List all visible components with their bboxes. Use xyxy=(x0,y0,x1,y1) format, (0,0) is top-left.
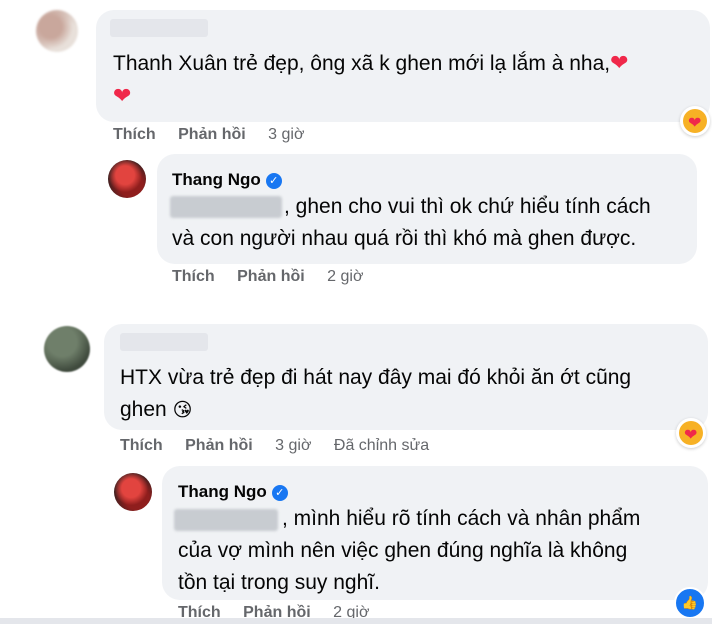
reply-text: , mình hiểu rõ tính cách và nhân phẩm củ… xyxy=(178,503,698,599)
reply-text-line3: tồn tại trong suy nghĩ. xyxy=(178,571,380,594)
timestamp[interactable]: 3 giờ xyxy=(275,437,311,454)
comment-actions: Thích Phản hồi 3 giờ xyxy=(113,126,322,144)
reply-button[interactable]: Phản hồi xyxy=(237,268,305,285)
comment-text-line2: ghen xyxy=(120,398,167,421)
like-button[interactable]: Thích xyxy=(120,437,163,454)
comment-actions: Thích Phản hồi 3 giờ Đã chỉnh sửa xyxy=(120,437,447,455)
reply-text: , ghen cho vui thì ok chứ hiểu tính cách… xyxy=(172,191,692,255)
like-button[interactable]: Thích xyxy=(113,126,156,143)
comment-text: HTX vừa trẻ đẹp đi hát nay đây mai đó kh… xyxy=(120,362,705,427)
care-reaction-icon[interactable] xyxy=(676,418,706,448)
reply-text-line2: và con người nhau quá rồi thì khó mà ghe… xyxy=(172,227,637,250)
commenter-avatar[interactable] xyxy=(36,10,78,52)
reply-text-line1: , mình hiểu rõ tính cách và nhân phẩm xyxy=(282,507,641,530)
timestamp[interactable]: 2 giờ xyxy=(327,268,363,285)
verified-badge-icon: ✓ xyxy=(265,173,282,189)
heart-emoji-icon: ❤ xyxy=(610,50,629,75)
edited-label[interactable]: Đã chỉnh sửa xyxy=(334,437,429,454)
bottom-divider xyxy=(0,618,712,624)
comment-text-main: Thanh Xuân trẻ đẹp, ông xã k ghen mới lạ… xyxy=(113,52,611,75)
commenter-name-redacted[interactable] xyxy=(120,333,208,351)
like-reaction-icon[interactable]: 👍 xyxy=(674,587,706,619)
reply-text-line1: , ghen cho vui thì ok chứ hiểu tính cách xyxy=(284,195,651,218)
care-reaction-icon[interactable] xyxy=(680,106,710,136)
reply-button[interactable]: Phản hồi xyxy=(185,437,253,454)
verified-badge-icon: ✓ xyxy=(271,485,288,501)
like-button[interactable]: Thích xyxy=(172,268,215,285)
reply-actions: Thích Phản hồi 2 giờ xyxy=(172,268,381,286)
reply-button[interactable]: Phản hồi xyxy=(178,126,246,143)
reply-avatar[interactable] xyxy=(114,473,152,511)
reply-text-line2: của vợ mình nên việc ghen đúng nghĩa là … xyxy=(178,539,628,562)
kiss-emoji-icon: 😘 xyxy=(172,400,193,421)
comment-text: Thanh Xuân trẻ đẹp, ông xã k ghen mới lạ… xyxy=(113,47,703,113)
reply-author-name[interactable]: Thang Ngo ✓ xyxy=(172,170,282,190)
reply-author-name[interactable]: Thang Ngo ✓ xyxy=(178,482,288,502)
timestamp[interactable]: 3 giờ xyxy=(268,126,304,143)
comment-text-line1: HTX vừa trẻ đẹp đi hát nay đây mai đó kh… xyxy=(120,366,632,389)
commenter-avatar[interactable] xyxy=(44,326,90,372)
heart-emoji-icon: ❤ xyxy=(113,83,132,108)
reply-avatar[interactable] xyxy=(108,160,146,198)
commenter-name-redacted[interactable] xyxy=(110,19,208,37)
